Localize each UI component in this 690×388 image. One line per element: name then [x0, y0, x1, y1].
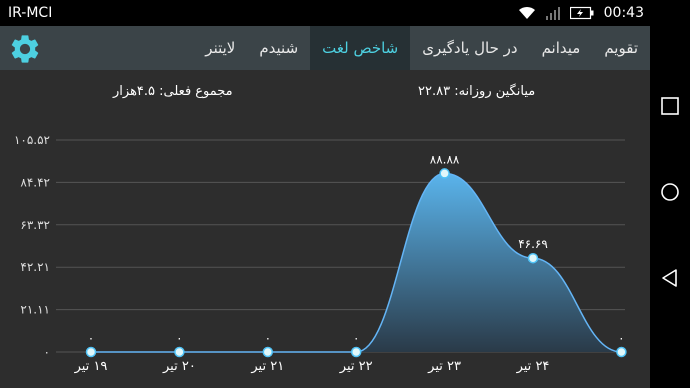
chart-area: [91, 173, 622, 352]
y-tick-label: ۴۲.۲۱: [20, 260, 50, 274]
data-point: [350, 346, 362, 358]
y-tick-label: ۸۴.۴۲: [20, 175, 50, 189]
x-tick-label: ۲۳ تیر: [427, 359, 461, 374]
data-point-label: ۰: [88, 331, 94, 345]
app-screen: IR-MCI 00:43 تقویم میدانم در حال یادگیری…: [0, 0, 650, 388]
data-point-label: ۰: [265, 331, 271, 345]
x-tick-label: ۱۹ تیر: [74, 359, 108, 374]
data-point: [262, 346, 274, 358]
y-tick-label: ۲۱.۱۱: [20, 303, 50, 317]
y-axis-labels: ۰ ۲۱.۱۱ ۴۲.۲۱ ۶۳.۳۲ ۸۴.۴۲ ۱۰۵.۵۲: [14, 133, 50, 359]
data-point-label: ۰: [618, 331, 624, 345]
back-icon[interactable]: [660, 268, 680, 288]
data-point: [174, 346, 185, 358]
y-tick-label: ۰: [44, 345, 50, 359]
data-point: [439, 168, 450, 179]
data-point-label: ۴۶.۶۹: [518, 237, 548, 251]
navigation-bar: [650, 0, 690, 388]
recent-apps-icon[interactable]: [660, 96, 680, 116]
data-point-label: ۰: [353, 331, 359, 345]
x-tick-label: ۲۱ تیر: [250, 359, 284, 374]
x-tick-label: ۲۴ تیر: [516, 359, 550, 374]
y-tick-label: ۱۰۵.۵۲: [14, 133, 50, 147]
data-point-label: ۰: [176, 331, 182, 345]
x-tick-label: ۲۰ تیر: [162, 359, 196, 374]
y-tick-label: ۶۳.۳۲: [20, 218, 50, 232]
home-icon[interactable]: [660, 182, 680, 202]
word-index-chart: ۰ ۲۱.۱۱ ۴۲.۲۱ ۶۳.۳۲ ۸۴.۴۲ ۱۰۵.۵۲ ۰ ۰ ۰ ۰ ۸۸.۸۸ ۴۶.…: [14, 133, 627, 374]
data-point-label: ۸۸.۸۸: [430, 152, 460, 166]
x-axis-labels: ۱۹ تیر ۲۰ تیر ۲۱ تیر ۲۲ تیر ۲۳ تیر ۲۴ تیر: [74, 359, 550, 374]
x-tick-label: ۲۲ تیر: [339, 359, 373, 374]
data-point: [527, 252, 539, 264]
data-point: [616, 346, 627, 358]
data-point: [85, 346, 97, 358]
